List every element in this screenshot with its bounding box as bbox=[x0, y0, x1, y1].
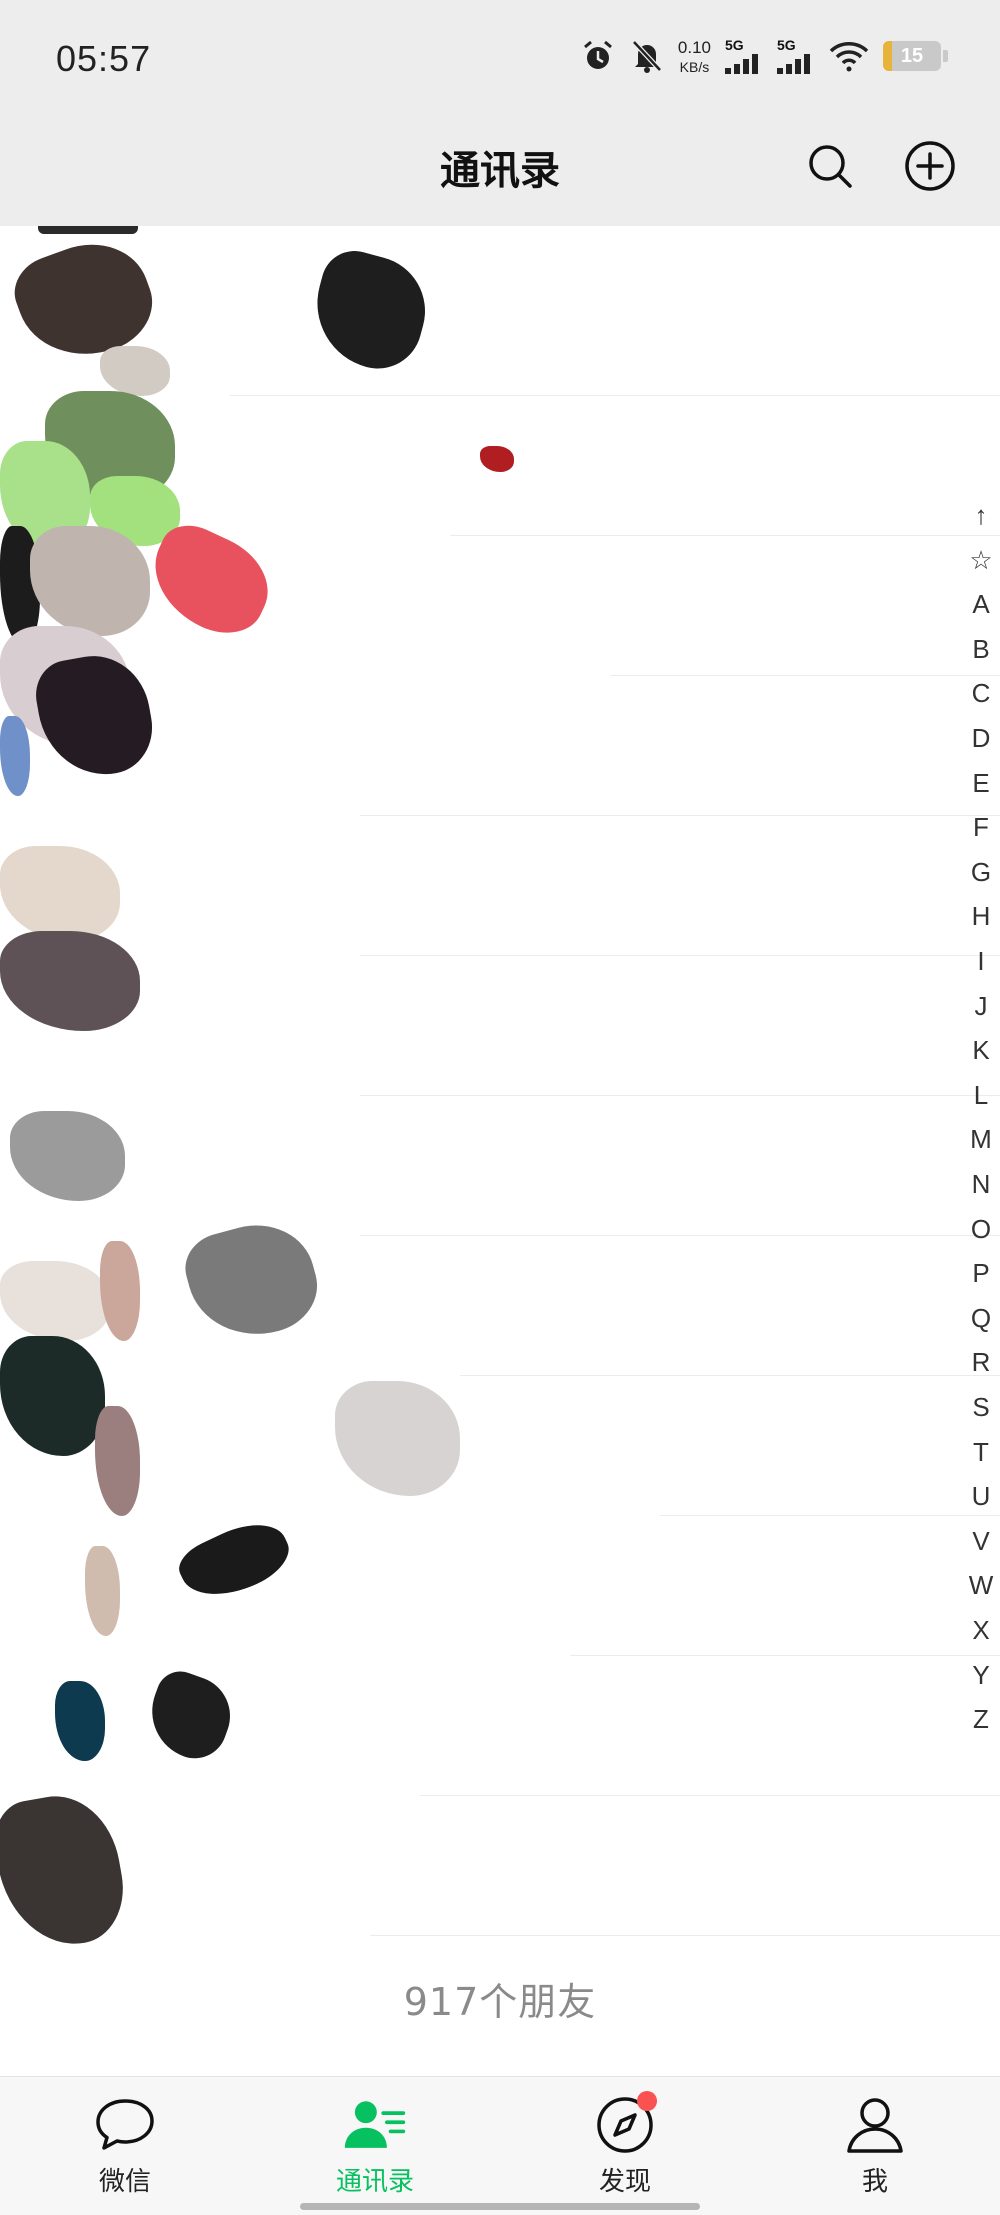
tab-contacts[interactable]: 通讯录 bbox=[250, 2077, 500, 2215]
mute-bell-icon bbox=[630, 38, 664, 74]
index-letter[interactable]: D bbox=[960, 723, 1000, 754]
search-button[interactable] bbox=[802, 138, 858, 194]
index-letter[interactable]: V bbox=[960, 1526, 1000, 1557]
index-letter[interactable]: F bbox=[960, 812, 1000, 843]
alarm-icon bbox=[580, 38, 616, 74]
contacts-icon bbox=[343, 2095, 407, 2155]
index-letter[interactable]: N bbox=[960, 1169, 1000, 1200]
status-bar: 05:57 0.10 KB/s 5G 5G 15 bbox=[0, 0, 1000, 118]
add-circle-icon bbox=[905, 141, 955, 191]
index-letter[interactable]: ☆ bbox=[960, 545, 1000, 576]
index-letter[interactable]: U bbox=[960, 1481, 1000, 1512]
index-letter[interactable]: B bbox=[960, 634, 1000, 665]
index-letter[interactable]: K bbox=[960, 1035, 1000, 1066]
notification-badge bbox=[637, 2091, 657, 2111]
index-letter[interactable]: Q bbox=[960, 1303, 1000, 1334]
index-letter[interactable]: X bbox=[960, 1615, 1000, 1646]
list-item[interactable] bbox=[0, 536, 1000, 676]
list-item[interactable] bbox=[0, 1236, 1000, 1376]
signal-label: 5G bbox=[725, 37, 744, 53]
list-item[interactable] bbox=[0, 1516, 1000, 1656]
tab-label: 我 bbox=[861, 2167, 888, 2197]
index-letter[interactable]: L bbox=[960, 1080, 1000, 1111]
tab-me[interactable]: 我 bbox=[750, 2077, 1000, 2215]
net-speed-unit: KB/s bbox=[679, 58, 710, 75]
index-letter[interactable]: H bbox=[960, 901, 1000, 932]
index-letter[interactable]: A bbox=[960, 589, 1000, 620]
signal-icon: 5G bbox=[725, 38, 763, 74]
bottom-tab-bar: 微信 通讯录 发现 我 bbox=[0, 2076, 1000, 2215]
net-speed-value: 0.10 bbox=[677, 37, 711, 57]
list-item[interactable] bbox=[0, 1796, 1000, 1936]
index-letter[interactable]: O bbox=[960, 1214, 1000, 1245]
signal-label: 5G bbox=[777, 37, 796, 53]
add-button[interactable] bbox=[902, 138, 958, 194]
person-icon bbox=[843, 2095, 907, 2155]
friend-count: 917个朋友 bbox=[403, 1980, 597, 2024]
battery-level: 15 bbox=[900, 44, 924, 67]
index-letter[interactable]: Z bbox=[960, 1704, 1000, 1735]
list-item[interactable] bbox=[0, 816, 1000, 956]
compass-icon bbox=[593, 2091, 657, 2155]
list-item[interactable] bbox=[0, 956, 1000, 1096]
index-letter[interactable]: M bbox=[960, 1124, 1000, 1155]
index-letter[interactable]: # bbox=[960, 1745, 1000, 1782]
wifi-icon bbox=[829, 40, 869, 72]
list-item[interactable] bbox=[0, 676, 1000, 816]
battery-cap bbox=[943, 50, 948, 62]
chat-bubble-icon bbox=[93, 2095, 157, 2155]
battery-icon: 15 bbox=[883, 41, 941, 71]
net-speed: 0.10 KB/s bbox=[678, 39, 711, 74]
nav-header: 通讯录 bbox=[0, 118, 1000, 226]
status-icons: 0.10 KB/s 5G 5G 15 bbox=[580, 32, 948, 80]
index-letter[interactable]: Y bbox=[960, 1660, 1000, 1691]
index-letter[interactable]: E bbox=[960, 768, 1000, 799]
tab-label: 通讯录 bbox=[335, 2167, 414, 2197]
index-letter[interactable]: P bbox=[960, 1258, 1000, 1289]
battery-fill bbox=[883, 41, 892, 71]
tab-chats[interactable]: 微信 bbox=[0, 2077, 250, 2215]
avatar bbox=[38, 226, 138, 234]
list-item[interactable] bbox=[0, 1376, 1000, 1516]
search-icon bbox=[809, 145, 852, 188]
tab-discover[interactable]: 发现 bbox=[500, 2077, 750, 2215]
home-indicator[interactable] bbox=[300, 2203, 700, 2210]
index-letter[interactable]: C bbox=[960, 678, 1000, 709]
index-letter[interactable]: W bbox=[960, 1570, 1000, 1601]
tab-label: 发现 bbox=[598, 2167, 651, 2197]
tab-label: 微信 bbox=[98, 2167, 151, 2197]
status-time: 05:57 bbox=[56, 38, 152, 79]
list-item[interactable] bbox=[0, 1656, 1000, 1796]
index-letter[interactable]: R bbox=[960, 1347, 1000, 1378]
contact-list: 917个朋友 bbox=[0, 226, 1000, 2076]
index-letter[interactable]: G bbox=[960, 857, 1000, 888]
index-letter[interactable]: I bbox=[960, 946, 1000, 977]
index-letter[interactable]: J bbox=[960, 991, 1000, 1022]
index-letter[interactable]: ↑ bbox=[960, 500, 1000, 531]
list-item[interactable] bbox=[0, 1096, 1000, 1236]
signal-icon: 5G bbox=[777, 38, 815, 74]
index-letter[interactable]: S bbox=[960, 1392, 1000, 1423]
index-letter[interactable]: T bbox=[960, 1437, 1000, 1468]
